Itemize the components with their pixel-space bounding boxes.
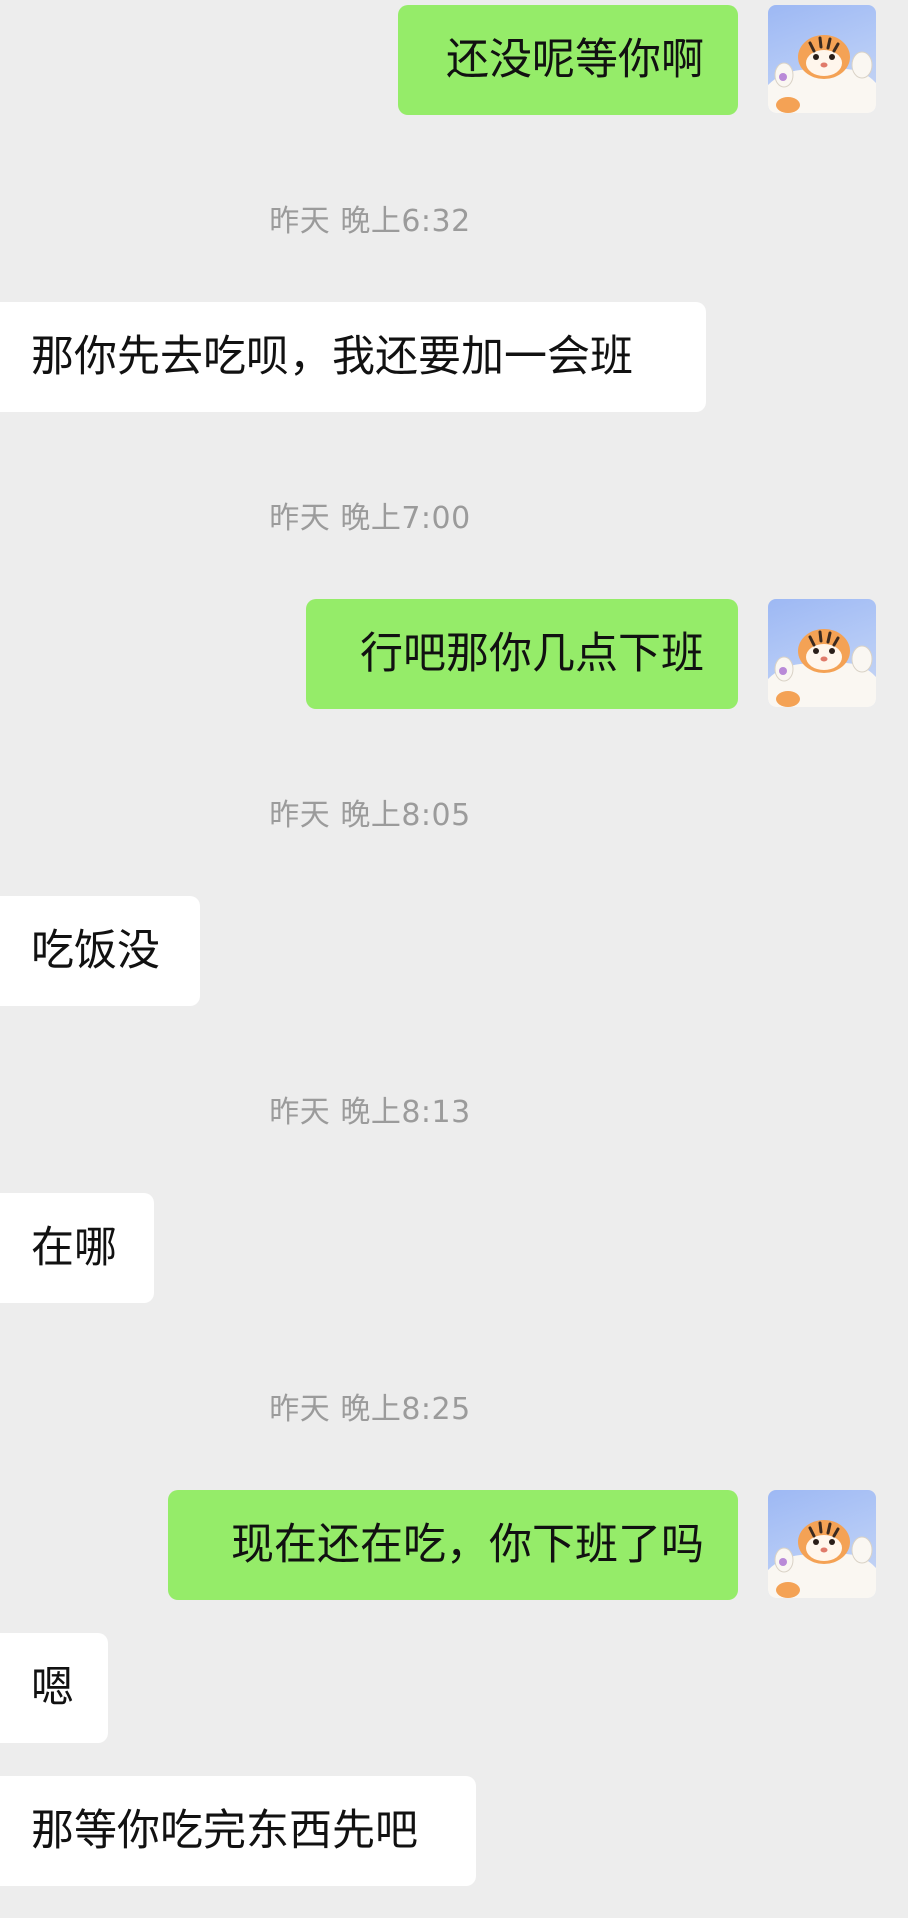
message-bubble-mine[interactable]: 行吧那你几点下班: [306, 599, 738, 709]
timestamp: 昨天 晚上6:32: [269, 204, 471, 239]
timestamp: 昨天 晚上8:13: [269, 1095, 471, 1130]
tiger-cartoon-avatar-icon[interactable]: [768, 5, 876, 113]
message-bubble-mine[interactable]: 现在还在吃，你下班了吗: [168, 1490, 738, 1600]
timestamp: 昨天 晚上7:00: [269, 501, 471, 536]
message-bubble-other[interactable]: 嗯: [0, 1633, 108, 1743]
tiger-cartoon-avatar-icon[interactable]: [768, 599, 876, 707]
message-bubble-other[interactable]: 吃饭没: [0, 896, 200, 1006]
message-bubble-mine[interactable]: 还没呢等你啊: [398, 5, 738, 115]
message-bubble-other[interactable]: 那等你吃完东西先吧: [0, 1776, 476, 1886]
tiger-cartoon-avatar-icon[interactable]: [768, 1490, 876, 1598]
message-bubble-other[interactable]: 那你先去吃呗，我还要加一会班: [0, 302, 706, 412]
message-bubble-other[interactable]: 在哪: [0, 1193, 154, 1303]
timestamp: 昨天 晚上8:05: [269, 798, 471, 833]
timestamp: 昨天 晚上8:25: [269, 1392, 471, 1427]
